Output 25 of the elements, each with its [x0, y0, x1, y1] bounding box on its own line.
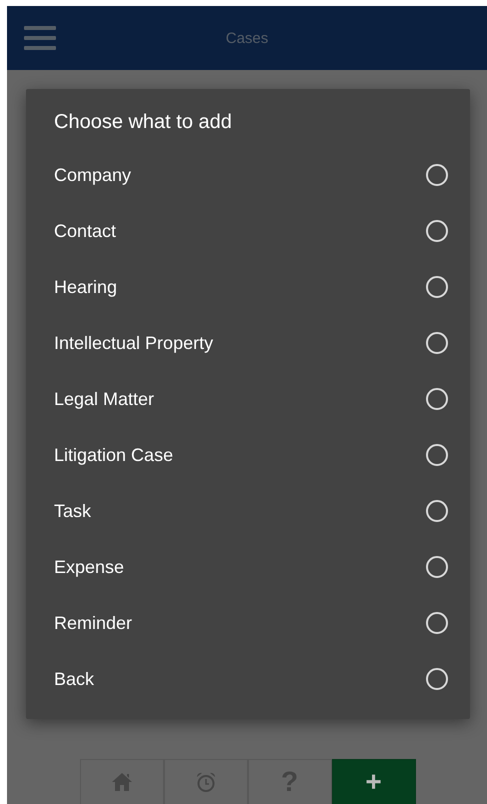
radio-button[interactable]: [426, 220, 448, 242]
option-label[interactable]: Task: [54, 500, 92, 522]
dialog-title: Choose what to add: [54, 111, 233, 135]
option-label[interactable]: Company: [54, 164, 132, 186]
radio-button[interactable]: [426, 556, 448, 578]
option-label[interactable]: Intellectual Property: [54, 332, 214, 354]
radio-button[interactable]: [426, 164, 448, 186]
option-label[interactable]: Expense: [54, 556, 124, 578]
option-label[interactable]: Contact: [54, 220, 116, 242]
radio-button[interactable]: [426, 276, 448, 298]
option-label[interactable]: Legal Matter: [54, 388, 154, 410]
radio-button[interactable]: [426, 500, 448, 522]
radio-button[interactable]: [426, 444, 448, 466]
option-label[interactable]: Hearing: [54, 276, 118, 298]
option-label[interactable]: Litigation Case: [54, 444, 174, 466]
radio-button[interactable]: [426, 668, 448, 690]
header-title: Cases: [226, 30, 268, 46]
option-label[interactable]: Back: [54, 668, 94, 690]
alarm-clock-icon: [194, 771, 216, 793]
add-button[interactable]: +: [332, 759, 416, 804]
radio-button[interactable]: [426, 612, 448, 634]
radio-button[interactable]: [426, 332, 448, 354]
home-icon: [110, 772, 132, 792]
radio-button[interactable]: [426, 388, 448, 410]
option-label[interactable]: Reminder: [54, 612, 132, 634]
